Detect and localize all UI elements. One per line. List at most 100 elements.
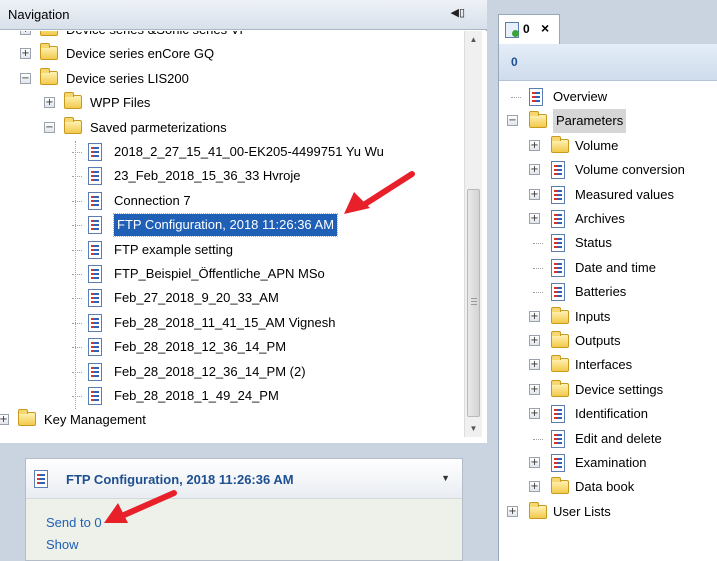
tree-item-label: Device series &Sonic series VI — [66, 31, 243, 41]
document-icon — [88, 289, 102, 308]
scroll-thumb[interactable] — [467, 189, 480, 417]
expand-icon[interactable]: + — [529, 188, 540, 200]
tree-folder-item[interactable]: + WPP Files — [0, 92, 462, 114]
parameter-tree-item[interactable]: + Data book — [499, 475, 717, 499]
navigation-header: Navigation ◀▯ — [0, 0, 487, 30]
expand-icon[interactable]: + — [529, 164, 540, 176]
tree-file-item[interactable]: Feb_28_2018_12_36_14_PM — [0, 336, 462, 358]
expand-icon[interactable]: + — [0, 414, 9, 426]
document-icon — [551, 185, 565, 204]
tree-file-item[interactable]: FTP_Beispiel_Öffentliche_APN MSo — [0, 263, 462, 285]
collapse-icon[interactable]: − — [44, 121, 55, 133]
tree-folder-item[interactable]: + Key Management — [0, 409, 462, 431]
annotation-arrow-icon — [104, 490, 177, 523]
parameter-tree-item[interactable]: + Interfaces — [499, 353, 717, 377]
expand-icon[interactable]: + — [529, 139, 540, 151]
tree-item-label: FTP_Beispiel_Öffentliche_APN MSo — [114, 266, 325, 281]
navigation-tree: + Device series &Sonic series VI + Device s… — [0, 31, 487, 443]
tree-file-item[interactable]: Feb_28_2018_1_49_24_PM — [0, 385, 462, 407]
parameter-tree-item[interactable]: + Inputs — [499, 305, 717, 329]
parameter-tree-item[interactable]: + Measured values — [499, 183, 717, 207]
parameter-tree-item[interactable]: + Archives — [499, 207, 717, 231]
task-area: FTP Configuration, 2018 11:26:36 AM ▼ Se… — [0, 443, 487, 561]
document-icon — [551, 234, 565, 253]
expand-icon[interactable]: + — [529, 213, 540, 224]
document-icon — [88, 362, 102, 381]
parameter-item-label: Status — [575, 235, 612, 251]
expand-icon[interactable]: + — [529, 359, 540, 371]
folder-icon — [551, 331, 569, 348]
scroll-down-icon[interactable]: ▼ — [465, 420, 482, 437]
parameter-tree-item[interactable]: − Parameters — [499, 109, 717, 134]
folder-icon — [40, 31, 58, 36]
tree-folder-item[interactable]: + Device series &Sonic series VI — [0, 31, 462, 41]
document-icon — [551, 161, 565, 180]
collapse-icon[interactable]: − — [20, 72, 31, 84]
tree-item-label: Feb_28_2018_1_49_24_PM — [114, 388, 279, 403]
tree-file-item[interactable]: Feb_27_2018_9_20_33_AM — [0, 287, 462, 309]
document-icon — [551, 454, 565, 472]
parameter-item-label: Inputs — [575, 308, 611, 324]
document-icon — [551, 283, 565, 302]
tree-file-item[interactable]: FTP example setting — [0, 239, 462, 261]
parameter-tree-item[interactable]: Date and time — [499, 256, 717, 280]
task-panel-header[interactable]: FTP Configuration, 2018 11:26:36 AM ▼ — [26, 459, 462, 499]
expand-icon[interactable]: + — [44, 97, 55, 109]
parameter-item-label: User Lists — [553, 503, 611, 519]
parameter-item-label: Edit and delete — [575, 430, 662, 446]
tree-item-label: Device series LIS200 — [66, 70, 189, 86]
parameter-tree-item[interactable]: Batteries — [499, 280, 717, 304]
parameter-item-label: Examination — [575, 455, 647, 470]
parameter-tree-item[interactable]: Edit and delete — [499, 427, 717, 451]
document-icon — [529, 88, 543, 106]
parameter-item-label: Measured values — [575, 186, 674, 202]
parameter-tree-item[interactable]: + User Lists — [499, 500, 717, 524]
device-header-strip: 0 — [499, 44, 717, 81]
tree-item-label: FTP Configuration, 2018 11:26:36 AM — [112, 213, 339, 238]
parameter-tree-item[interactable]: Overview — [499, 85, 717, 109]
document-icon — [88, 338, 102, 357]
parameter-item-label: Archives — [575, 211, 625, 226]
send-to-link[interactable]: Send to 0 — [46, 515, 102, 530]
tree-file-item[interactable]: Feb_28_2018_12_36_14_PM (2) — [0, 361, 462, 383]
pin-icon[interactable]: ◀▯ — [450, 6, 465, 19]
expand-icon[interactable]: + — [529, 481, 540, 493]
parameter-tree-item[interactable]: Status — [499, 231, 717, 255]
parameter-tree-item[interactable]: + Outputs — [499, 329, 717, 353]
tree-folder-item[interactable]: + Device series enCore GQ — [0, 43, 462, 65]
expand-icon[interactable]: + — [529, 408, 540, 420]
parameter-tree-item[interactable]: + Examination — [499, 451, 717, 475]
tree-file-item[interactable]: Feb_28_2018_11_41_15_AM Vignesh — [0, 312, 462, 334]
tab-device-0[interactable]: 0 × — [498, 14, 560, 44]
close-icon[interactable]: × — [541, 20, 549, 36]
vertical-scrollbar[interactable]: ▲ ▼ — [464, 31, 482, 437]
parameter-tree-item[interactable]: + Identification — [499, 402, 717, 426]
expand-icon[interactable]: + — [507, 505, 518, 517]
chevron-down-icon[interactable]: ▼ — [441, 473, 450, 483]
tree-folder-item[interactable]: − Saved parmeterizations — [0, 116, 462, 139]
annotation-arrow-icon — [344, 171, 415, 214]
tree-item-label: Feb_28_2018_12_36_14_PM (2) — [114, 363, 306, 379]
tree-folder-item[interactable]: − Device series LIS200 — [0, 67, 462, 90]
folder-icon — [551, 306, 569, 324]
device-header-label: 0 — [511, 55, 518, 69]
parameter-tree-item[interactable]: + Volume — [499, 134, 717, 158]
collapse-icon[interactable]: − — [507, 115, 518, 127]
expand-icon[interactable]: + — [20, 31, 31, 35]
expand-icon[interactable]: + — [529, 457, 540, 468]
tree-item-label: Saved parmeterizations — [90, 119, 227, 135]
expand-icon[interactable]: + — [529, 335, 540, 346]
tree-file-item[interactable]: 2018_2_27_15_41_00-EK205-4499751 Yu Wu — [0, 141, 462, 163]
parameter-tree-item[interactable]: + Volume conversion — [499, 158, 717, 182]
navigation-title: Navigation — [8, 7, 70, 22]
folder-icon — [18, 409, 36, 427]
folder-icon — [529, 111, 547, 129]
expand-icon[interactable]: + — [20, 48, 31, 60]
expand-icon[interactable]: + — [529, 383, 540, 395]
scroll-up-icon[interactable]: ▲ — [465, 31, 482, 48]
expand-icon[interactable]: + — [529, 310, 540, 322]
tree-item-label: 23_Feb_2018_15_36_33 Hvroje — [114, 168, 301, 184]
show-link[interactable]: Show — [46, 537, 79, 552]
document-icon — [88, 265, 102, 283]
parameter-tree-item[interactable]: + Device settings — [499, 378, 717, 402]
